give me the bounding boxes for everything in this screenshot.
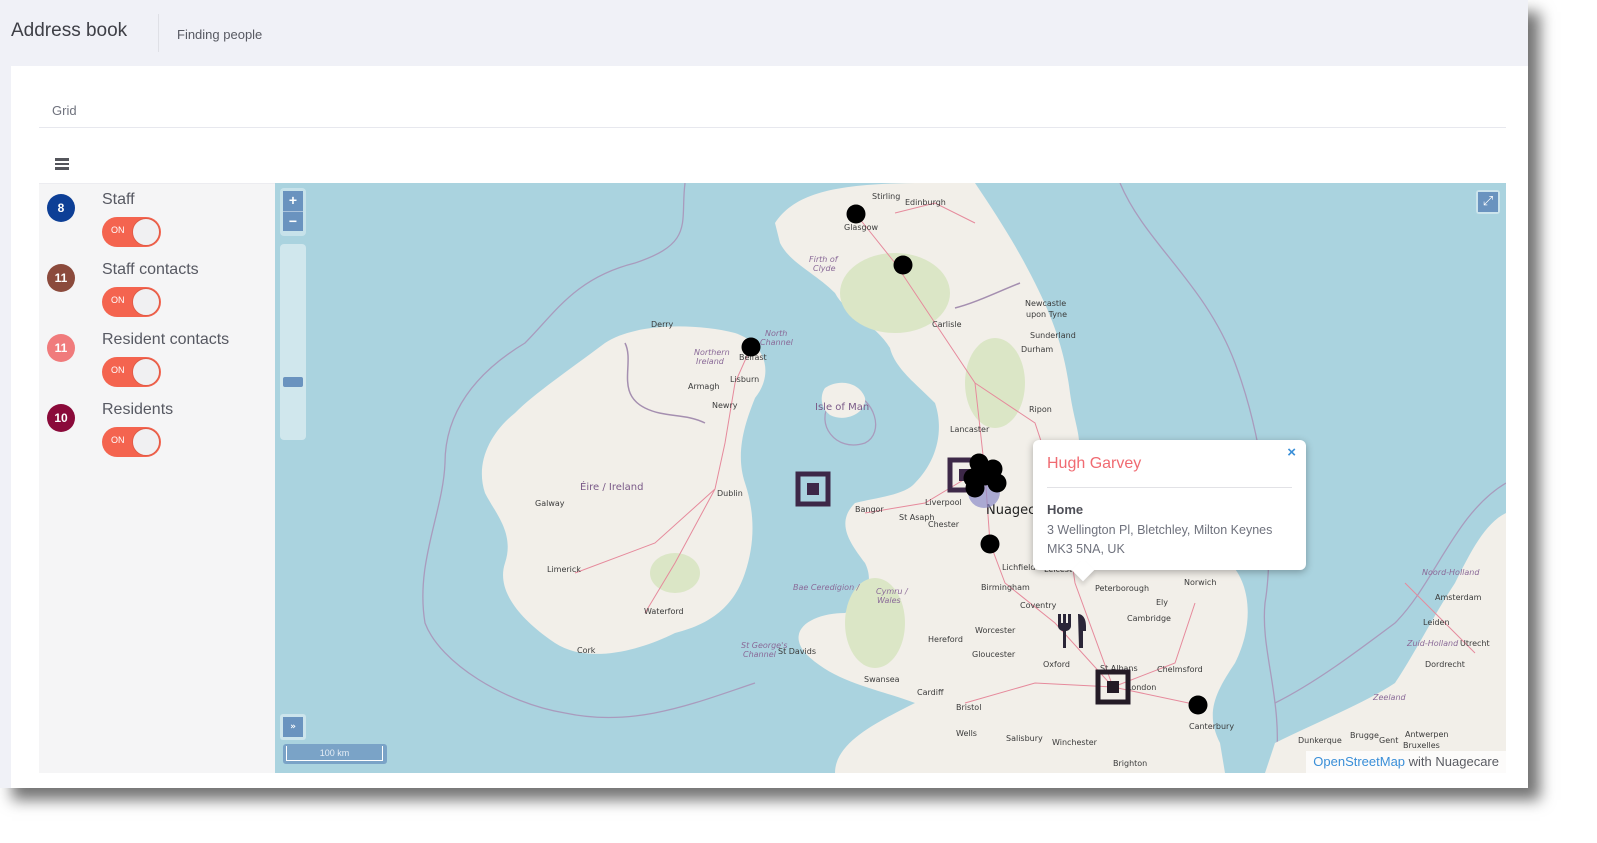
fullscreen-button[interactable]: ⤢ [1476, 190, 1500, 214]
popup-address: 3 Wellington Pl, Bletchley, Milton Keyne… [1047, 521, 1302, 559]
popup-address-label: Home [1047, 502, 1084, 517]
openstreetmap-link[interactable]: OpenStreetMap [1313, 754, 1405, 769]
content-panel: Grid Map 8 Staff ON 11 Staff contacts ON [11, 66, 1528, 788]
zoom-slider[interactable] [280, 244, 306, 440]
person-marker[interactable] [893, 255, 913, 275]
zoom-out-button[interactable]: − [283, 211, 303, 231]
zoom-slider-handle[interactable] [283, 377, 303, 387]
attribution-text: with Nuagecare [1405, 754, 1499, 769]
legend-item-resident-contacts: 11 Resident contacts ON [39, 324, 275, 394]
toggle-knob [132, 428, 160, 456]
markers-layer [741, 204, 1208, 715]
toggle-knob [132, 288, 160, 316]
legend-item-staff: 8 Staff ON [39, 184, 275, 254]
page-subtitle: Finding people [177, 27, 263, 42]
layer-toggle-residents[interactable]: ON [102, 427, 161, 457]
count-badge: 11 [47, 334, 75, 362]
header: Address book Finding people [0, 0, 1528, 66]
count-badge: 8 [47, 194, 75, 222]
person-marker[interactable] [846, 204, 866, 224]
legend-item-staff-contacts: 11 Staff contacts ON [39, 254, 275, 324]
view-tabs: Grid Map [39, 95, 1506, 246]
count-badge: 10 [47, 404, 75, 432]
expand-panel-button[interactable]: » [280, 714, 306, 740]
legend-label: Residents [102, 401, 174, 418]
legend-label: Staff contacts [102, 261, 199, 278]
zoom-control: + − [280, 188, 306, 440]
scale-bar: 100 km [283, 744, 387, 764]
building-marker[interactable] [1095, 669, 1131, 705]
header-divider [158, 14, 159, 52]
person-marker[interactable] [965, 478, 985, 498]
location-popup: × Hugh Garvey Home 3 Wellington Pl, Blet… [1033, 440, 1306, 582]
popup-divider [1047, 487, 1292, 488]
zoom-buttons: + − [280, 188, 306, 236]
restaurant-marker-icon[interactable] [1058, 614, 1086, 648]
toggle-state: ON [111, 435, 125, 445]
legend-label: Staff [102, 191, 135, 208]
toggle-knob [132, 358, 160, 386]
toggle-knob [132, 218, 160, 246]
hamburger-menu-icon[interactable] [55, 158, 69, 170]
building-marker[interactable] [795, 471, 831, 507]
popup-close-button[interactable]: × [1287, 444, 1296, 461]
address-line-2: MK3 5NA, UK [1047, 542, 1125, 556]
fullscreen-icon: ⤢ [1478, 192, 1498, 212]
page-title: Address book [11, 20, 128, 41]
layer-toggle-resident-contacts[interactable]: ON [102, 357, 161, 387]
toggle-state: ON [111, 295, 125, 305]
toggle-state: ON [111, 225, 125, 235]
layer-toggle-staff-contacts[interactable]: ON [102, 287, 161, 317]
double-chevron-right-icon: » [283, 717, 303, 737]
person-marker[interactable] [1188, 695, 1208, 715]
map-view[interactable]: Stirling Edinburgh Glasgow Firth of Clyde New… [275, 183, 1506, 773]
count-badge: 11 [47, 264, 75, 292]
legend-label: Resident contacts [102, 331, 230, 348]
address-line-1: 3 Wellington Pl, Bletchley, Milton Keyne… [1047, 523, 1273, 537]
layer-legend: 8 Staff ON 11 Staff contacts ON 11 Resid… [39, 183, 275, 773]
legend-item-residents: 10 Residents ON [39, 394, 275, 464]
app-window: Address book Finding people Grid Map 8 S… [0, 0, 1528, 788]
zoom-in-button[interactable]: + [283, 191, 303, 211]
scale-label: 100 km [286, 746, 383, 761]
layer-toggle-staff[interactable]: ON [102, 217, 161, 247]
person-marker[interactable] [741, 337, 761, 357]
toggle-state: ON [111, 365, 125, 375]
tab-grid[interactable]: Grid [39, 95, 90, 128]
map-attribution: OpenStreetMap with Nuagecare [1306, 751, 1506, 773]
person-marker[interactable] [980, 534, 1000, 554]
popup-person-name: Hugh Garvey [1047, 455, 1142, 472]
